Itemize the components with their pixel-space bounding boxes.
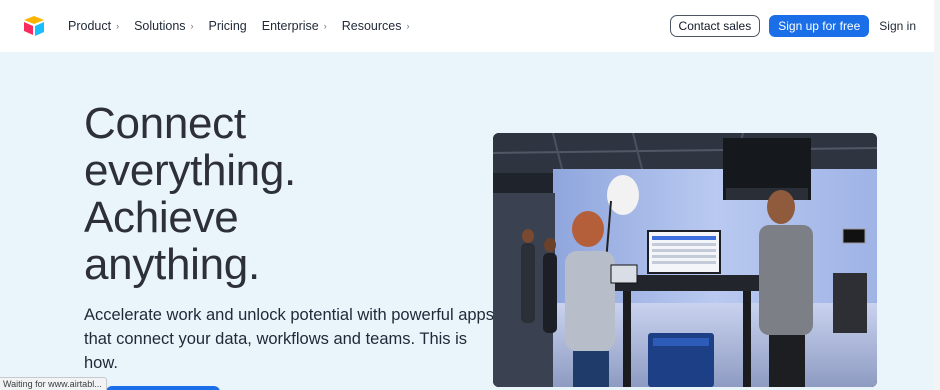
signup-button[interactable]: Sign up for free	[769, 15, 870, 37]
nav-item-enterprise[interactable]: Enterprise ›	[262, 19, 327, 33]
nav-actions: Contact sales Sign up for free Sign in	[669, 0, 916, 52]
chevron-right-icon: ›	[406, 21, 410, 31]
nav-item-label: Product	[68, 19, 112, 33]
nav-item-label: Solutions	[134, 19, 186, 33]
photo-illustration	[493, 133, 877, 387]
chevron-right-icon: ›	[190, 21, 194, 31]
airtable-logo-icon[interactable]	[22, 15, 46, 37]
chevron-right-icon: ›	[323, 21, 327, 31]
hero-title-line: everything.	[84, 146, 296, 195]
nav-item-label: Enterprise	[261, 19, 319, 33]
main-menu: Product › Solutions › Pricing Enterprise…	[68, 0, 424, 52]
browser-status-bar: Waiting for www.airtabl...	[0, 377, 107, 390]
hero-title-line: anything.	[84, 240, 260, 289]
page-scrollbar[interactable]	[934, 0, 940, 390]
signin-link[interactable]: Sign in	[879, 19, 916, 33]
hero-title-line: Connect	[84, 99, 246, 148]
nav-item-solutions[interactable]: Solutions ›	[134, 19, 193, 33]
hero-subtitle: Accelerate work and unlock potential wit…	[84, 306, 494, 372]
hero-title-line: Achieve	[84, 193, 239, 242]
studio-presentation-photo	[493, 133, 877, 387]
top-nav: Product › Solutions › Pricing Enterprise…	[0, 0, 940, 52]
nav-item-pricing[interactable]: Pricing	[209, 19, 247, 33]
hero-title: Connect everything. Achieve anything.	[84, 100, 424, 288]
chevron-right-icon: ›	[116, 21, 120, 31]
nav-item-label: Resources	[341, 19, 402, 33]
nav-item-resources[interactable]: Resources ›	[342, 19, 410, 33]
hero-cta-button[interactable]	[106, 386, 220, 390]
contact-sales-button[interactable]: Contact sales	[669, 15, 761, 37]
nav-item-label: Pricing	[208, 19, 247, 33]
nav-item-product[interactable]: Product ›	[68, 19, 119, 33]
